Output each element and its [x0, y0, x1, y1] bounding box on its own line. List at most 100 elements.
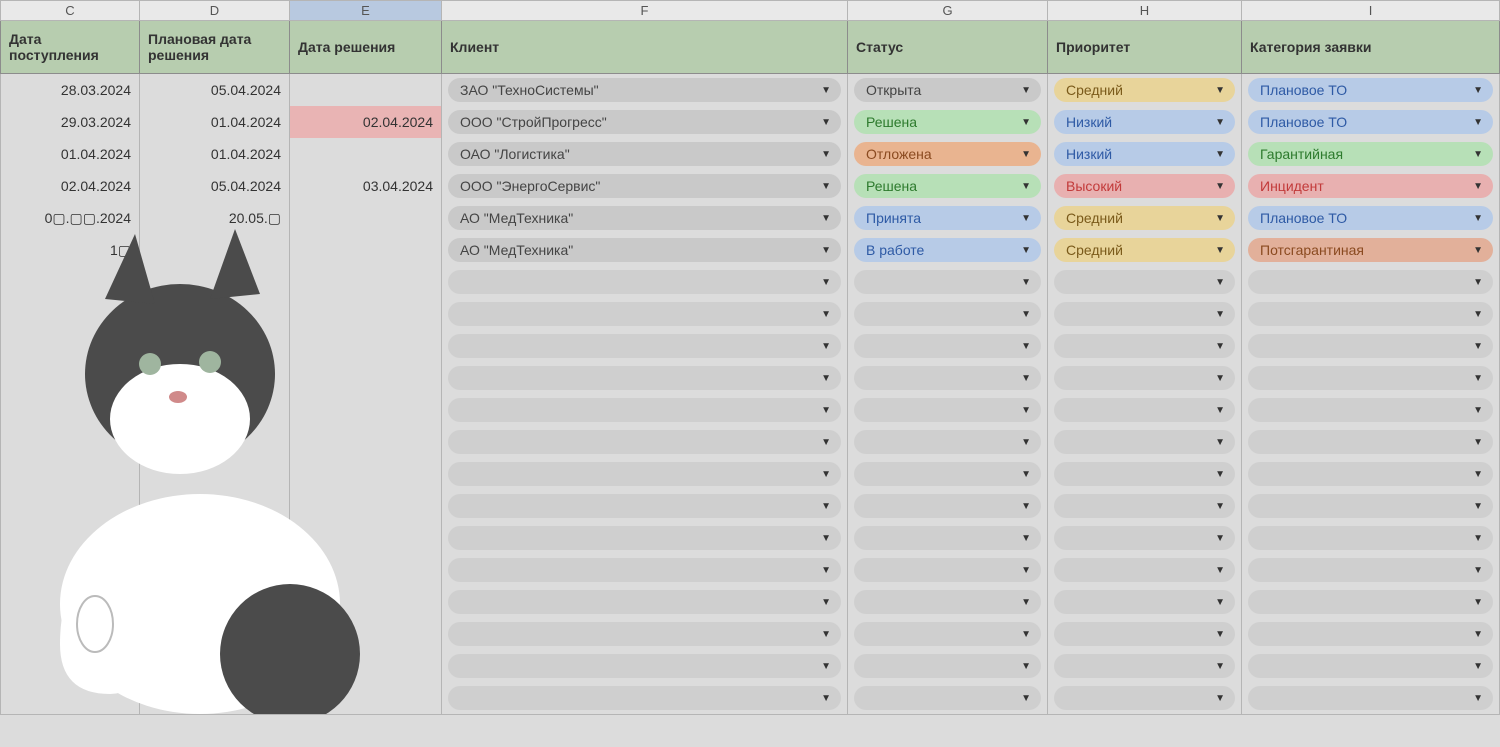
- dropdown-pill[interactable]: ООО "ЭнергоСервис"▼: [448, 174, 841, 198]
- cell-date-plan[interactable]: 01.04.2024: [140, 138, 290, 171]
- dropdown-pill[interactable]: Открыта▼: [854, 78, 1041, 102]
- dropdown-pill[interactable]: ▼: [854, 270, 1041, 294]
- dropdown-pill[interactable]: ▼: [854, 302, 1041, 326]
- dropdown-pill[interactable]: Низкий▼: [1054, 142, 1235, 166]
- dropdown-pill[interactable]: ▼: [1054, 686, 1235, 710]
- cell-date-plan[interactable]: 01.04.2024: [140, 106, 290, 139]
- dropdown-pill[interactable]: Плановое ТО▼: [1248, 206, 1493, 230]
- dropdown-pill[interactable]: ▼: [854, 462, 1041, 486]
- column-letter-C[interactable]: C: [0, 0, 140, 21]
- dropdown-pill[interactable]: ▼: [448, 366, 841, 390]
- cell-date-in[interactable]: 28.03.2024: [0, 74, 140, 107]
- column-letter-F[interactable]: F: [442, 0, 848, 21]
- dropdown-pill[interactable]: ▼: [1248, 654, 1493, 678]
- column-letter-E[interactable]: E: [290, 0, 442, 21]
- dropdown-pill[interactable]: ▼: [448, 270, 841, 294]
- dropdown-pill[interactable]: ▼: [854, 686, 1041, 710]
- column-header[interactable]: Категория заявки: [1242, 21, 1500, 74]
- dropdown-pill[interactable]: ▼: [1054, 366, 1235, 390]
- dropdown-pill[interactable]: ▼: [1248, 686, 1493, 710]
- dropdown-pill[interactable]: Средний▼: [1054, 238, 1235, 262]
- dropdown-pill[interactable]: В работе▼: [854, 238, 1041, 262]
- dropdown-pill[interactable]: ▼: [448, 590, 841, 614]
- dropdown-pill[interactable]: ▼: [854, 526, 1041, 550]
- column-letter-D[interactable]: D: [140, 0, 290, 21]
- dropdown-pill[interactable]: ▼: [448, 462, 841, 486]
- column-header[interactable]: Клиент: [442, 21, 848, 74]
- dropdown-pill[interactable]: ▼: [854, 334, 1041, 358]
- dropdown-pill[interactable]: Низкий▼: [1054, 110, 1235, 134]
- dropdown-pill[interactable]: ▼: [1248, 462, 1493, 486]
- dropdown-pill[interactable]: Потсгарантиная▼: [1248, 238, 1493, 262]
- dropdown-pill[interactable]: ▼: [448, 686, 841, 710]
- dropdown-pill[interactable]: АО "МедТехника"▼: [448, 206, 841, 230]
- dropdown-pill[interactable]: ▼: [1054, 526, 1235, 550]
- dropdown-pill[interactable]: Отложена▼: [854, 142, 1041, 166]
- cell-date-res[interactable]: [290, 74, 442, 107]
- dropdown-pill[interactable]: ▼: [1248, 590, 1493, 614]
- dropdown-pill[interactable]: ▼: [1054, 590, 1235, 614]
- dropdown-pill[interactable]: ООО "СтройПрогресс"▼: [448, 110, 841, 134]
- dropdown-pill[interactable]: ▼: [1054, 430, 1235, 454]
- column-letter-H[interactable]: H: [1048, 0, 1242, 21]
- cell-date-res[interactable]: [290, 138, 442, 171]
- column-header[interactable]: Дата решения: [290, 21, 442, 74]
- cell-date-plan[interactable]: 05.04.2024: [140, 74, 290, 107]
- dropdown-pill[interactable]: ▼: [854, 398, 1041, 422]
- dropdown-pill[interactable]: ▼: [1054, 462, 1235, 486]
- dropdown-pill[interactable]: Гарантийная▼: [1248, 142, 1493, 166]
- cell-date-in[interactable]: 01.04.2024: [0, 138, 140, 171]
- cell-date-plan[interactable]: 05.04.2024: [140, 170, 290, 203]
- column-header[interactable]: Дата поступления: [0, 21, 140, 74]
- dropdown-pill[interactable]: ▼: [854, 622, 1041, 646]
- dropdown-pill[interactable]: ▼: [1054, 622, 1235, 646]
- dropdown-pill[interactable]: ▼: [854, 654, 1041, 678]
- dropdown-pill[interactable]: ▼: [448, 430, 841, 454]
- dropdown-pill[interactable]: Принята▼: [854, 206, 1041, 230]
- column-header[interactable]: Приоритет: [1048, 21, 1242, 74]
- dropdown-pill[interactable]: ▼: [854, 590, 1041, 614]
- dropdown-pill[interactable]: ▼: [1054, 398, 1235, 422]
- dropdown-pill[interactable]: Средний▼: [1054, 206, 1235, 230]
- dropdown-pill[interactable]: Высокий▼: [1054, 174, 1235, 198]
- dropdown-pill[interactable]: Инцидент▼: [1248, 174, 1493, 198]
- dropdown-pill[interactable]: ЗАО "ТехноСистемы"▼: [448, 78, 841, 102]
- dropdown-pill[interactable]: ▼: [448, 398, 841, 422]
- dropdown-pill[interactable]: ▼: [1054, 270, 1235, 294]
- dropdown-pill[interactable]: АО "МедТехника"▼: [448, 238, 841, 262]
- dropdown-pill[interactable]: Плановое ТО▼: [1248, 78, 1493, 102]
- dropdown-pill[interactable]: ▼: [1248, 366, 1493, 390]
- dropdown-pill[interactable]: ▼: [448, 622, 841, 646]
- dropdown-pill[interactable]: ▼: [1248, 558, 1493, 582]
- dropdown-pill[interactable]: ▼: [448, 526, 841, 550]
- dropdown-pill[interactable]: ▼: [1248, 622, 1493, 646]
- dropdown-pill[interactable]: ▼: [854, 366, 1041, 390]
- dropdown-pill[interactable]: ОАО "Логистика"▼: [448, 142, 841, 166]
- dropdown-pill[interactable]: ▼: [448, 334, 841, 358]
- dropdown-pill[interactable]: ▼: [1248, 302, 1493, 326]
- dropdown-pill[interactable]: ▼: [854, 430, 1041, 454]
- dropdown-pill[interactable]: Решена▼: [854, 110, 1041, 134]
- dropdown-pill[interactable]: ▼: [1054, 334, 1235, 358]
- cell-date-in[interactable]: 02.04.2024: [0, 170, 140, 203]
- dropdown-pill[interactable]: ▼: [1054, 302, 1235, 326]
- cell-date-res[interactable]: 03.04.2024: [290, 170, 442, 203]
- dropdown-pill[interactable]: ▼: [854, 494, 1041, 518]
- cell-date-in[interactable]: 29.03.2024: [0, 106, 140, 139]
- dropdown-pill[interactable]: ▼: [1248, 494, 1493, 518]
- dropdown-pill[interactable]: Плановое ТО▼: [1248, 110, 1493, 134]
- dropdown-pill[interactable]: ▼: [1248, 398, 1493, 422]
- dropdown-pill[interactable]: ▼: [854, 558, 1041, 582]
- dropdown-pill[interactable]: ▼: [1248, 430, 1493, 454]
- column-header[interactable]: Статус: [848, 21, 1048, 74]
- dropdown-pill[interactable]: ▼: [1248, 526, 1493, 550]
- dropdown-pill[interactable]: ▼: [1248, 334, 1493, 358]
- dropdown-pill[interactable]: Средний▼: [1054, 78, 1235, 102]
- dropdown-pill[interactable]: ▼: [448, 302, 841, 326]
- dropdown-pill[interactable]: Решена▼: [854, 174, 1041, 198]
- dropdown-pill[interactable]: ▼: [1248, 270, 1493, 294]
- dropdown-pill[interactable]: ▼: [1054, 494, 1235, 518]
- dropdown-pill[interactable]: ▼: [448, 558, 841, 582]
- dropdown-pill[interactable]: ▼: [1054, 654, 1235, 678]
- dropdown-pill[interactable]: ▼: [1054, 558, 1235, 582]
